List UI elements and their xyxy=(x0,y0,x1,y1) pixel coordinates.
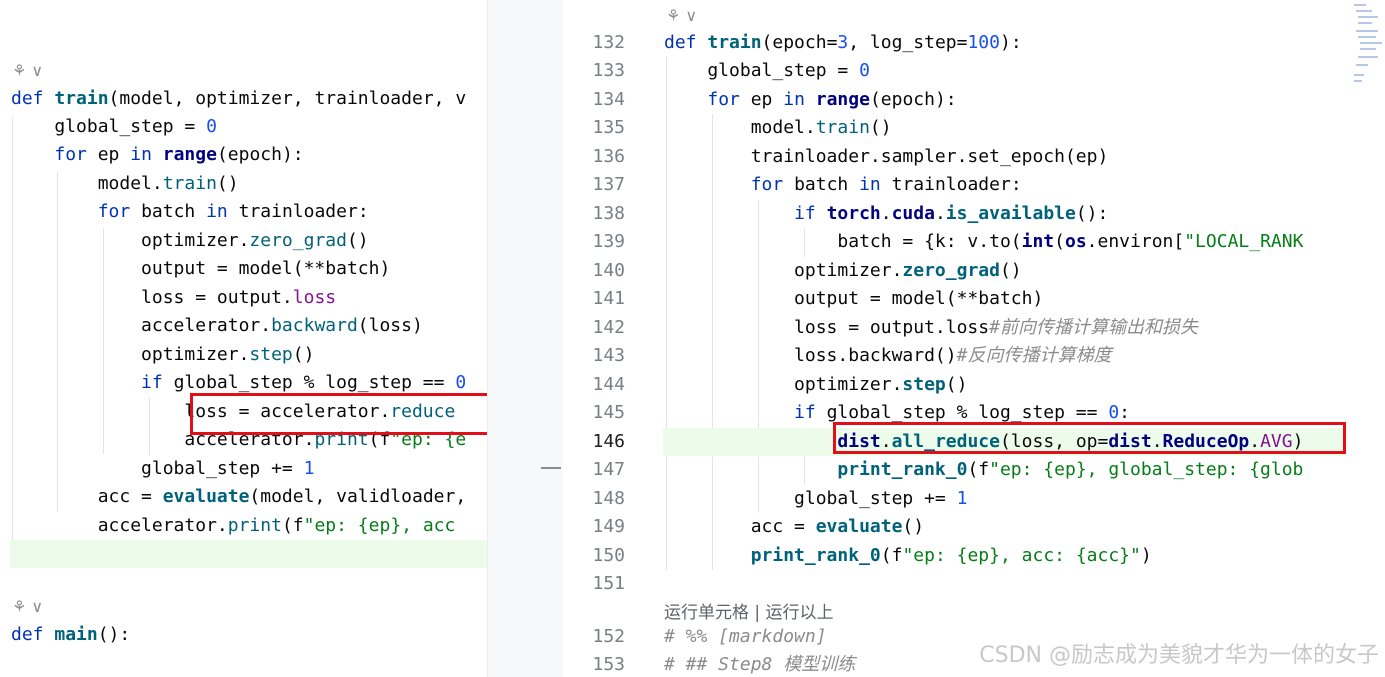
line-number: 135 xyxy=(592,117,625,138)
line-number: 134 xyxy=(592,89,625,110)
code-line[interactable]: loss.backward()#反向传播计算梯度 xyxy=(664,342,1111,370)
splitter-handle[interactable] xyxy=(541,467,561,469)
line-number: 137 xyxy=(592,174,625,195)
code-line[interactable]: print_rank_0(f"ep: {ep}, acc: {acc}") xyxy=(664,542,1152,570)
code-line[interactable]: def train(model, optimizer, trainloader,… xyxy=(11,85,466,113)
code-line[interactable]: for batch in trainloader: xyxy=(11,198,369,226)
code-line[interactable]: def main(): xyxy=(11,621,130,649)
code-line[interactable]: global_step = 0 xyxy=(11,113,217,141)
code-line[interactable]: accelerator.backward(loss) xyxy=(11,312,423,340)
markdown-comment-line[interactable]: # %% [markdown] xyxy=(664,623,827,651)
code-line[interactable]: optimizer.zero_grad() xyxy=(11,227,369,255)
cell-action-separator: | xyxy=(749,603,766,623)
code-line[interactable]: if torch.cuda.is_available(): xyxy=(664,200,1108,228)
code-line[interactable]: global_step += 1 xyxy=(664,485,967,513)
line-number: 144 xyxy=(592,374,625,395)
line-number: 143 xyxy=(592,345,625,366)
code-line[interactable]: loss = output.loss xyxy=(11,284,336,312)
line-number: 153 xyxy=(592,654,625,675)
line-number: 139 xyxy=(592,231,625,252)
line-number: 149 xyxy=(592,516,625,537)
code-line[interactable]: acc = evaluate() xyxy=(664,513,924,541)
line-number: 150 xyxy=(592,545,625,566)
code-line[interactable]: loss = output.loss#前向传播计算输出和损失 xyxy=(664,314,1198,342)
right-editor-pane[interactable]: ⚘ ∨ 132 133 134 135 136 137 138 139 140 … xyxy=(563,0,1346,677)
line-number: 138 xyxy=(592,203,625,224)
line-number: 132 xyxy=(592,32,625,53)
code-line[interactable]: def train(epoch=3, log_step=100): xyxy=(664,29,1022,57)
line-number: 140 xyxy=(592,260,625,281)
line-number: 142 xyxy=(592,317,625,338)
code-line[interactable]: optimizer.zero_grad() xyxy=(664,257,1022,285)
code-line[interactable]: for batch in trainloader: xyxy=(664,171,1022,199)
pane-splitter[interactable] xyxy=(487,0,564,677)
line-number: 145 xyxy=(592,402,625,423)
code-line[interactable]: accelerator.print(f"ep: {ep}, acc xyxy=(11,512,456,540)
code-line[interactable]: output = model(**batch) xyxy=(664,285,1043,313)
cell-gutter-icon[interactable]: ⚘ ∨ xyxy=(666,6,697,25)
code-line[interactable]: output = model(**batch) xyxy=(11,255,390,283)
run-above-link[interactable]: 运行以上 xyxy=(766,603,834,623)
line-number: 141 xyxy=(592,288,625,309)
code-line[interactable]: model.train() xyxy=(11,170,239,198)
code-line[interactable]: for ep in range(epoch): xyxy=(11,141,303,169)
line-number: 136 xyxy=(592,146,625,167)
code-line[interactable]: global_step += 1 xyxy=(11,455,314,483)
code-line[interactable]: trainloader.sampler.set_epoch(ep) xyxy=(664,143,1109,171)
code-line[interactable]: optimizer.step() xyxy=(664,371,967,399)
markdown-comment-line[interactable]: # ## Step8 模型训练 xyxy=(664,651,855,677)
left-editor-pane[interactable]: ⚘ ∨ def train(model, optimizer, trainloa… xyxy=(0,0,487,677)
code-line[interactable]: model.train() xyxy=(664,114,892,142)
line-number: 152 xyxy=(592,626,625,647)
line-number: 148 xyxy=(592,488,625,509)
code-line[interactable]: optimizer.step() xyxy=(11,341,314,369)
cell-gutter-icon[interactable]: ⚘ ∨ xyxy=(12,597,43,616)
line-number: 147 xyxy=(592,459,625,480)
current-line-highlight xyxy=(10,540,487,568)
red-highlight-box xyxy=(833,422,1346,454)
code-line[interactable]: print_rank_0(f"ep: {ep}, global_step: {g… xyxy=(664,456,1303,484)
cell-run-actions: 运行单元格 | 运行以上 xyxy=(664,598,834,623)
line-number: 151 xyxy=(592,573,625,594)
code-line[interactable]: global_step = 0 xyxy=(664,57,870,85)
code-line[interactable]: batch = {k: v.to(int(os.environ["LOCAL_R… xyxy=(664,228,1303,256)
run-cell-link[interactable]: 运行单元格 xyxy=(664,603,749,623)
watermark: CSDN @励志成为美貌才华为一体的女子 xyxy=(979,643,1379,668)
cell-gutter-icon[interactable]: ⚘ ∨ xyxy=(12,61,43,80)
code-line[interactable]: for ep in range(epoch): xyxy=(664,86,956,114)
line-number: 133 xyxy=(592,60,625,81)
code-line[interactable]: acc = evaluate(model, validloader, xyxy=(11,483,466,511)
editor-minimap[interactable] xyxy=(1352,0,1385,90)
line-number-current: 146 xyxy=(592,431,625,452)
red-highlight-box xyxy=(190,393,487,435)
